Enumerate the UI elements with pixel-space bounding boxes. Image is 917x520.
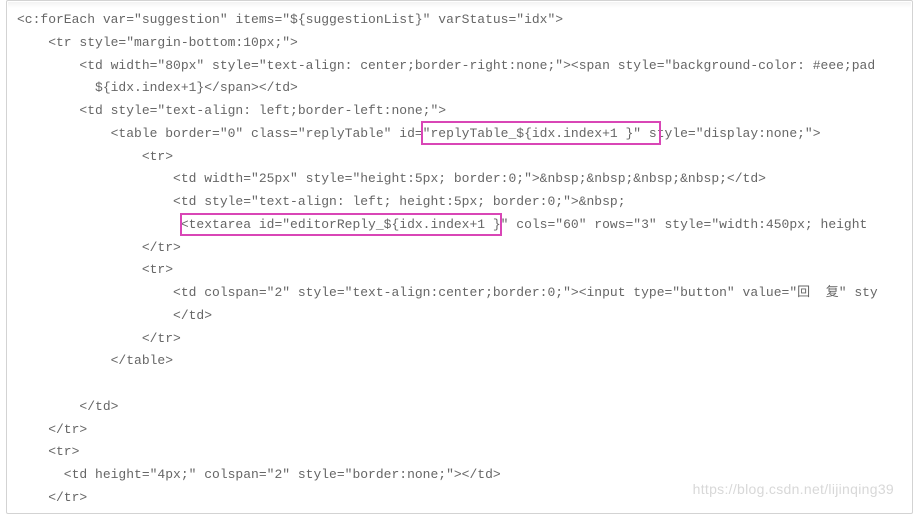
code-block-frame: <c:forEach var="suggestion" items="${sug… — [6, 0, 913, 514]
code-content: <c:forEach var="suggestion" items="${sug… — [7, 9, 912, 514]
frame-top-shadow — [8, 2, 911, 8]
